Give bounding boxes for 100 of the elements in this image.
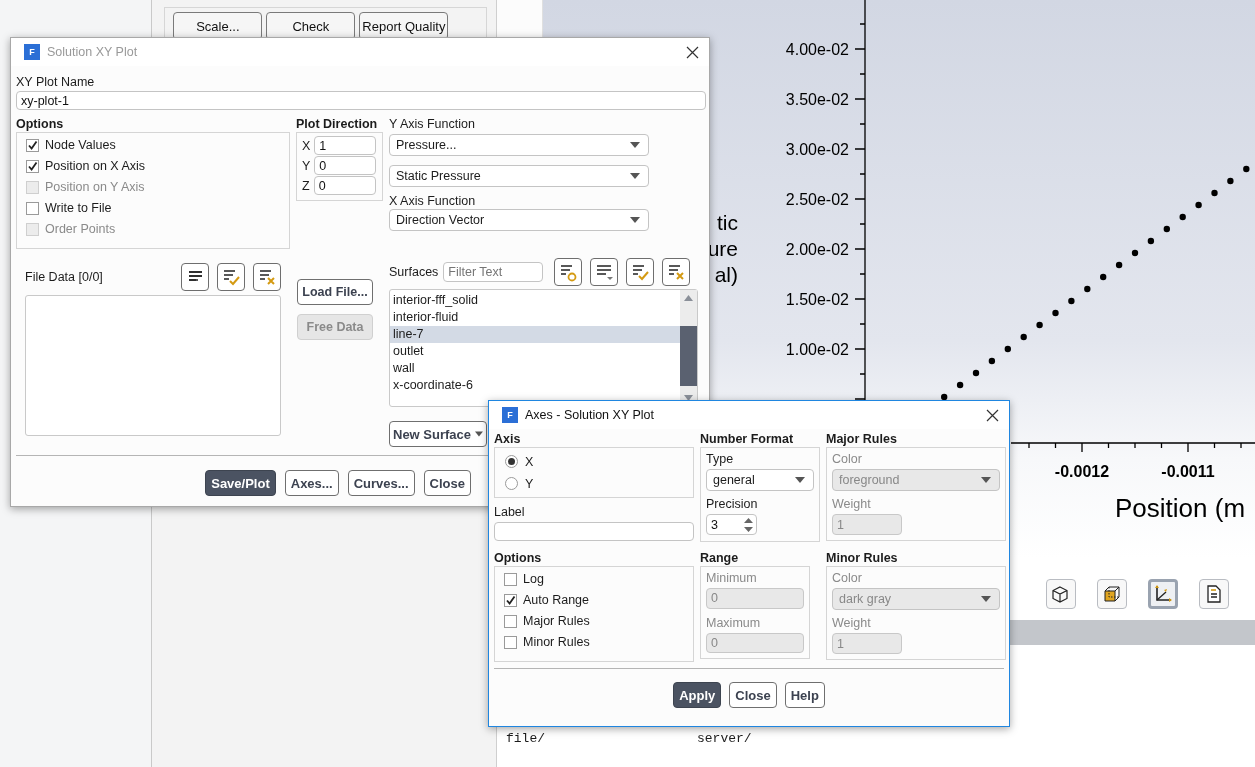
app-icon: F — [502, 407, 518, 423]
axes-icon — [1153, 584, 1173, 604]
axis-title: Position (m — [1115, 493, 1246, 523]
button[interactable]: Save/Plot — [205, 470, 276, 496]
checkbox[interactable] — [504, 572, 517, 586]
list-item[interactable]: interior-fluid — [390, 309, 680, 326]
button[interactable]: Scale... — [173, 12, 263, 40]
button[interactable]: Check — [266, 12, 356, 40]
field-label: File Data [0/0] — [25, 270, 103, 284]
button[interactable]: Curves... — [347, 470, 415, 496]
tick-label: 2.00e-02 — [785, 241, 849, 258]
dropdown[interactable]: Direction Vector — [389, 209, 649, 231]
button[interactable]: Close — [729, 682, 777, 708]
console-text: file/ — [506, 731, 546, 746]
caret-icon — [630, 217, 640, 223]
checkbox-label: Position on X Axis — [45, 159, 146, 173]
console-text: server/ — [697, 731, 753, 746]
tick-label: 4.00e-02 — [785, 41, 849, 58]
toolbar-button[interactable] — [181, 263, 209, 291]
checkbox-label: Node Values — [45, 138, 116, 152]
section-heading: Options — [494, 550, 543, 566]
checkbox[interactable] — [26, 138, 39, 152]
dropdown[interactable]: Pressure... — [389, 134, 649, 156]
list-item[interactable]: wall — [390, 360, 680, 377]
toolbar-button[interactable] — [626, 258, 655, 286]
toolbar-button[interactable] — [590, 258, 619, 286]
section-heading: Minor Rules — [826, 550, 899, 566]
checkbox-label: Major Rules — [523, 614, 590, 628]
list-item[interactable]: x-coordinate-6 — [390, 377, 680, 394]
checkbox-label: Minor Rules — [523, 635, 590, 649]
list-item[interactable]: interior-fff_solid — [390, 292, 680, 309]
caret-icon — [795, 477, 805, 483]
filter-field[interactable]: Filter Text — [443, 262, 544, 282]
button[interactable]: Report Quality — [359, 12, 449, 40]
button[interactable]: Load File... — [297, 279, 373, 305]
button[interactable]: Axes... — [284, 470, 339, 496]
field-label: Y Axis Function — [389, 116, 476, 132]
app-icon: F — [24, 44, 40, 60]
toolbar-button[interactable] — [1046, 579, 1076, 609]
close-icon — [686, 45, 699, 59]
tick-label: 2.50e-02 — [785, 191, 849, 208]
toolbar-button[interactable] — [253, 263, 281, 291]
checkmark-icon — [505, 594, 516, 606]
input-field[interactable]: xy-plot-1 — [16, 91, 706, 110]
toolbar-button[interactable] — [1097, 579, 1127, 609]
checkbox-label: Write to File — [45, 201, 112, 215]
field-label: Precision — [706, 496, 759, 512]
down-arrow-icon — [684, 395, 693, 401]
caret-icon — [475, 431, 483, 437]
toolbar-button[interactable] — [1148, 579, 1178, 609]
tick-label: -0.0011 — [1161, 463, 1215, 480]
section-heading: Number Format — [700, 431, 795, 447]
field-label: Maximum — [706, 614, 762, 631]
radio-label: X — [525, 454, 534, 469]
input-field[interactable]: 0 — [313, 176, 376, 195]
note-icon — [1204, 584, 1224, 604]
spinner-field[interactable]: 3 — [706, 514, 757, 535]
spinner-arrows-icon — [744, 517, 753, 533]
input-field[interactable] — [494, 522, 694, 541]
radio-button[interactable] — [505, 477, 518, 490]
section-heading: Axis — [494, 431, 522, 447]
field-label: Color — [832, 570, 863, 586]
dropdown[interactable]: general — [706, 469, 814, 491]
dropdown-button[interactable]: New Surface — [389, 421, 487, 447]
list-item[interactable]: line-7 — [390, 326, 680, 343]
toolbar-button[interactable] — [662, 258, 691, 286]
field-label: X — [302, 138, 311, 153]
toolbar-button[interactable] — [217, 263, 245, 291]
field-label: Surfaces — [389, 265, 439, 279]
checkbox[interactable] — [26, 159, 39, 173]
window-title: Axes - Solution XY Plot — [525, 408, 655, 422]
box-icon — [1102, 584, 1122, 604]
radio-button[interactable] — [505, 455, 518, 468]
axis-title: al) — [714, 263, 738, 286]
dropdown[interactable]: Static Pressure — [389, 165, 649, 187]
tick-label: -0.0012 — [1054, 463, 1110, 480]
checkmark-icon — [27, 139, 38, 151]
checkbox[interactable] — [504, 614, 517, 628]
field-label: Weight — [832, 496, 872, 512]
field-label: XY Plot Name — [16, 74, 96, 90]
checkbox[interactable] — [26, 201, 39, 215]
section-heading: Range — [700, 550, 740, 566]
toolbar-button[interactable] — [1199, 579, 1229, 609]
button[interactable]: Close — [423, 470, 471, 496]
field-label: Minimum — [706, 570, 758, 586]
list-item[interactable]: outlet — [390, 343, 680, 360]
checkbox[interactable] — [504, 593, 517, 607]
caret-icon — [981, 596, 991, 602]
field-label: Weight — [832, 615, 872, 631]
radio-label: Y — [525, 476, 534, 491]
toolbar-button[interactable] — [554, 258, 583, 286]
checkbox[interactable] — [504, 635, 517, 649]
field-label: X Axis Function — [389, 193, 477, 209]
caret-icon — [630, 173, 640, 179]
tick-label: 3.50e-02 — [785, 91, 849, 108]
button[interactable]: Apply — [673, 682, 722, 708]
input-field[interactable]: 0 — [314, 156, 377, 175]
button[interactable]: Help — [784, 682, 825, 708]
input-field[interactable]: 1 — [314, 136, 377, 155]
section-heading: Major Rules — [826, 431, 898, 447]
